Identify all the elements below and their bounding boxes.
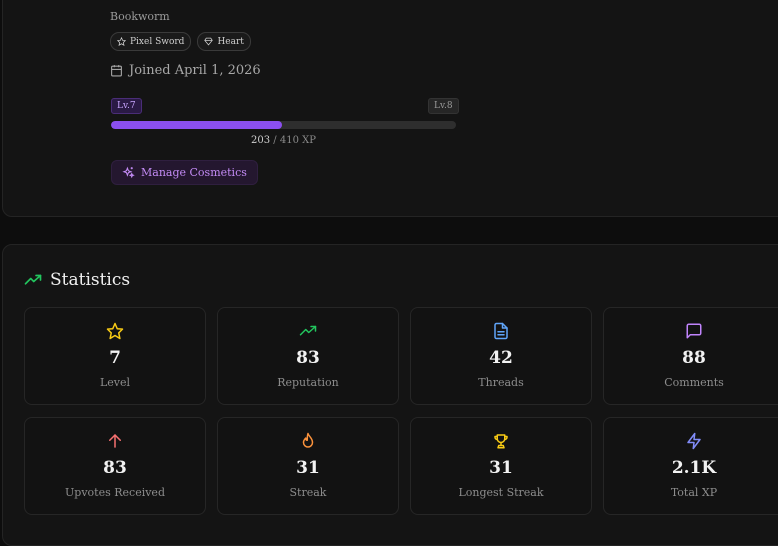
stat-label: Threads xyxy=(478,376,524,389)
xp-progress-fill xyxy=(111,121,282,129)
stat-label: Longest Streak xyxy=(458,486,544,499)
stat-value: 83 xyxy=(296,348,320,368)
trending-up-icon xyxy=(299,325,317,336)
xp-current: 203 xyxy=(251,135,271,146)
xp-separator: / xyxy=(273,135,277,146)
stat-tile-longest-streak: 31 Longest Streak xyxy=(410,417,592,515)
username: Bookworm xyxy=(110,10,170,23)
badge-list: Pixel Sword Heart xyxy=(110,32,251,51)
manage-cosmetics-label: Manage Cosmetics xyxy=(141,166,247,179)
stat-value: 31 xyxy=(489,458,513,478)
sparkles-icon xyxy=(122,166,135,179)
stat-tile-comments: 88 Comments xyxy=(603,307,778,405)
stat-label: Comments xyxy=(664,376,724,389)
stat-value: 83 xyxy=(103,458,127,478)
stat-value: 42 xyxy=(489,348,513,368)
diamond-icon xyxy=(204,37,214,46)
stat-value: 88 xyxy=(682,348,706,368)
arrow-up-icon xyxy=(109,434,121,448)
xp-progress-bar xyxy=(111,121,456,129)
current-level-badge: Lv.7 xyxy=(111,98,142,114)
zap-icon xyxy=(687,432,701,450)
xp-total: 410 XP xyxy=(279,135,316,146)
stat-value: 31 xyxy=(296,458,320,478)
flame-icon xyxy=(302,432,314,448)
stat-tile-threads: 42 Threads xyxy=(410,307,592,405)
badge-label: Heart xyxy=(217,36,244,47)
manage-cosmetics-button[interactable]: Manage Cosmetics xyxy=(111,160,258,185)
star-icon xyxy=(117,37,126,46)
trending-up-icon xyxy=(24,274,42,285)
stat-label: Streak xyxy=(289,486,327,499)
badge-heart[interactable]: Heart xyxy=(197,32,251,51)
joined-date: Joined April 1, 2026 xyxy=(110,63,261,78)
joined-text: Joined April 1, 2026 xyxy=(129,63,261,78)
statistics-title: Statistics xyxy=(50,270,131,290)
stat-value: 7 xyxy=(109,348,121,368)
stat-tile-reputation: 83 Reputation xyxy=(217,307,399,405)
stat-label: Level xyxy=(99,376,131,389)
calendar-icon xyxy=(111,65,122,77)
message-square-icon xyxy=(686,323,702,339)
document-icon xyxy=(494,322,508,340)
stat-value: 2.1K xyxy=(671,458,717,478)
stat-tile-upvotes-received: 83 Upvotes Received xyxy=(24,417,206,515)
stat-label: Total XP xyxy=(670,486,718,499)
stat-tile-streak: 31 Streak xyxy=(217,417,399,515)
stat-tile-total-xp: 2.1K Total XP xyxy=(603,417,778,515)
stat-label: Upvotes Received xyxy=(65,486,165,499)
next-level-badge: Lv.8 xyxy=(428,98,459,114)
statistics-heading: Statistics xyxy=(24,270,130,290)
xp-text: 203 / 410 XP xyxy=(111,135,456,146)
stat-label: Reputation xyxy=(277,376,339,389)
trophy-icon xyxy=(494,434,508,449)
star-icon xyxy=(106,322,124,340)
stat-tile-level: 7 Level xyxy=(24,307,206,405)
badge-pixel-sword[interactable]: Pixel Sword xyxy=(110,32,192,51)
badge-label: Pixel Sword xyxy=(130,36,185,47)
